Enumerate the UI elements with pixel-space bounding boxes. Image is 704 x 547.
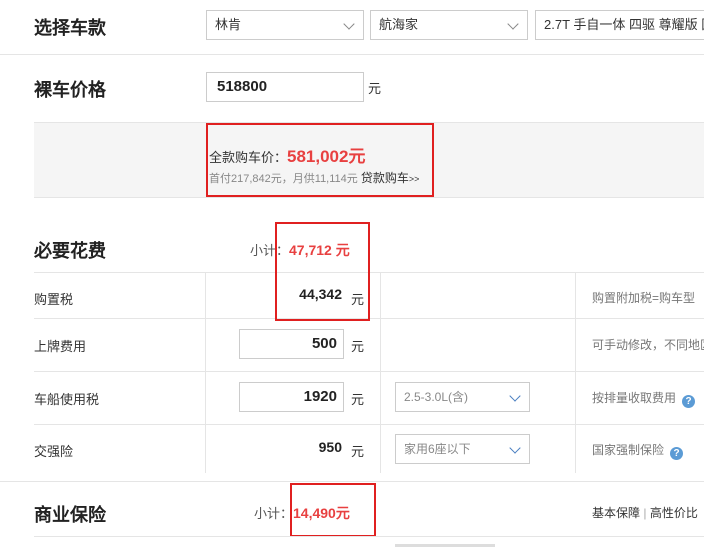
seat-type-select[interactable]: 家用6座以下 (395, 434, 530, 464)
divider (34, 424, 704, 425)
compulsory-insurance-value: 950 (318, 439, 342, 455)
highlight-box-commercial (290, 483, 376, 537)
compulsory-insurance-note: 国家强制保险? (592, 441, 684, 460)
bare-price-unit: 元 (368, 81, 382, 96)
required-title: 必要花费 (34, 241, 106, 261)
divider (0, 54, 704, 55)
vehicle-tax-note: 按排量收取费用? (592, 389, 696, 408)
vehicle-tax-unit: 元 (351, 392, 365, 407)
chevron-down-icon (343, 18, 355, 30)
compulsory-insurance-note-text: 国家强制保险 (592, 443, 665, 457)
table-row-label: 上牌费用 (34, 339, 87, 354)
registration-fee-input[interactable]: 500 (239, 329, 344, 359)
question-circle-icon[interactable]: ? (682, 395, 696, 408)
select-car-title: 选择车款 (34, 18, 106, 38)
divider (0, 481, 704, 482)
chevron-down-icon (509, 390, 521, 402)
series-select[interactable]: 航海家 (370, 10, 528, 40)
table-row-label: 车船使用税 (34, 392, 100, 407)
registration-fee-unit: 元 (351, 339, 365, 354)
table-row-label: 购置税 (34, 292, 74, 307)
divider (34, 371, 704, 372)
plan-link-value[interactable]: 高性价比 (650, 506, 698, 520)
series-select-value: 航海家 (379, 17, 419, 32)
compulsory-insurance-unit: 元 (351, 444, 365, 459)
plan-link-separator: | (643, 506, 647, 520)
model-select-value: 2.7T 手自一体 四驱 尊耀版 国 (544, 17, 704, 32)
vehicle-tax-input[interactable]: 1920 (239, 382, 344, 412)
displacement-select-value: 2.5-3.0L(含) (404, 390, 469, 404)
displacement-select[interactable]: 2.5-3.0L(含) (395, 382, 530, 412)
table-row-label: 交强险 (34, 444, 74, 459)
registration-fee-note: 可手动修改，不同地区 (592, 338, 704, 352)
table-column-divider (380, 273, 381, 473)
commercial-title: 商业保险 (34, 505, 106, 525)
highlight-box-required (275, 222, 370, 321)
chevron-down-icon (509, 442, 521, 454)
divider (34, 536, 704, 537)
bare-price-title: 裸车价格 (34, 80, 106, 100)
vehicle-tax-note-text: 按排量收取费用 (592, 391, 677, 405)
purchase-tax-note: 购置附加税=购车型 (592, 291, 696, 305)
model-select[interactable]: 2.7T 手自一体 四驱 尊耀版 国 (535, 10, 704, 40)
plan-link-basic[interactable]: 基本保障 (592, 506, 640, 520)
brand-select-value: 林肯 (215, 17, 242, 32)
chevron-down-icon (507, 18, 519, 30)
brand-select[interactable]: 林肯 (206, 10, 364, 40)
table-column-divider (575, 273, 576, 473)
commercial-subtotal-label: 小计： (254, 506, 294, 521)
question-circle-icon[interactable]: ? (670, 447, 684, 460)
seat-type-select-value: 家用6座以下 (404, 442, 471, 456)
insurance-plan-links: 基本保障 | 高性价比 (592, 504, 698, 521)
table-column-divider (205, 273, 206, 473)
bare-price-input[interactable]: 518800 (206, 72, 364, 102)
highlight-box-full-price (206, 123, 434, 197)
